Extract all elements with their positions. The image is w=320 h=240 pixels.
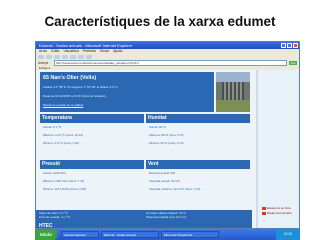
station-header: 65 Nan's Olier (Vells) Latitud: 41º 59' … — [40, 72, 214, 112]
data-line: Actual: 5,1 ºC — [43, 125, 62, 129]
section-title: Temperatura — [40, 114, 144, 123]
system-tray-clock: 10:31 — [276, 229, 300, 240]
data-line: Mínima: 1017,8 hPa (hora: 0:00) — [43, 187, 87, 191]
data-line: Velocitat màxima: 32 km/h (hora: 1:22) — [149, 187, 201, 191]
chart-link[interactable]: Mostra el resultat en la gràfica — [43, 103, 83, 107]
section-humidity: Humitat Actual: 66 % Màxima: 98 % (hora:… — [146, 114, 250, 152]
data-line: Direcció actual: SW — [149, 171, 176, 175]
page-content: 65 Nan's Olier (Vells) Latitud: 41º 59' … — [36, 70, 299, 228]
legend-label: Dades del servidor — [267, 211, 293, 215]
taskbar-item[interactable]: Microsoft PowerPoint — [161, 231, 219, 238]
taskbar-item[interactable]: Edumet - Dades actuals — [101, 231, 159, 238]
data-line: Mínima: 50 % (hora: 2:13) — [149, 141, 184, 145]
data-line: Mínima: 0,9 ºC (hora: 7:34) — [43, 141, 80, 145]
section-title: Humitat — [146, 114, 250, 123]
favorites-icon[interactable] — [86, 55, 92, 59]
close-icon[interactable] — [293, 43, 298, 48]
data-line: Màxima: 13,5 ºC (hora: 10:31) — [43, 133, 84, 137]
section-wind: Vent Direcció actual: SW Velocitat actua… — [146, 160, 250, 198]
window-titlebar: Edumet - Dades actuals - Microsoft Inter… — [36, 42, 299, 49]
taskbar: Inicio Internet Explorer Edumet - Dades … — [35, 229, 300, 240]
footer-bar: Índex de calor: 5,1 ºC Punt de rosada: -… — [36, 210, 252, 228]
browser-window: Edumet - Dades actuals - Microsoft Inter… — [35, 41, 300, 229]
data-line: Actual: 66 % — [149, 125, 166, 129]
legend-label: Estacions en línia — [267, 206, 291, 210]
home-icon[interactable] — [70, 55, 76, 59]
section-pressure: Pressió Actual: 1026 hPa Màxima: 1027 hP… — [40, 160, 144, 198]
maximize-icon[interactable] — [287, 43, 292, 48]
taskbar-item[interactable]: Internet Explorer — [61, 231, 99, 238]
data-line: Actual: 1026 hPa — [43, 171, 66, 175]
legend-swatch — [262, 211, 266, 215]
station-meta: Latitud: 41º 59' 9" N Longitud: 1º 52' 5… — [43, 85, 119, 89]
stop-icon[interactable] — [54, 55, 60, 59]
legend: Estacions en línia Dades del servidor — [262, 206, 292, 216]
station-update: Dada de 01/12/2007 a 10:30 (hora de l'es… — [43, 94, 106, 98]
legend-item: Dades del servidor — [262, 211, 292, 215]
section-title: Pressió — [40, 160, 144, 169]
address-label: Adreça — [38, 61, 49, 65]
section-title: Vent — [146, 160, 250, 169]
window-controls — [281, 43, 298, 48]
section-temperature: Temperatura Actual: 5,1 ºC Màxima: 13,5 … — [40, 114, 144, 152]
footer-line: Punt de rosada: -1,1 ºC — [39, 215, 71, 219]
go-button[interactable]: Vés — [289, 61, 297, 65]
footer-line: Pluja acumulada avui: 0,0 mm — [146, 215, 187, 219]
refresh-icon[interactable] — [62, 55, 68, 59]
station-photo — [216, 72, 250, 112]
data-line: Màxima: 1027 hPa (hora: 7:41) — [43, 179, 85, 183]
start-button[interactable]: Inicio — [35, 229, 57, 240]
station-name: 65 Nan's Olier (Vells) — [43, 75, 97, 81]
search-icon[interactable] — [78, 55, 84, 59]
back-icon[interactable] — [38, 55, 44, 59]
data-grid: Temperatura Actual: 5,1 ºC Màxima: 13,5 … — [40, 114, 250, 198]
minimize-icon[interactable] — [281, 43, 286, 48]
window-title: Edumet - Dades actuals - Microsoft Inter… — [39, 43, 133, 48]
legend-item: Estacions en línia — [262, 206, 292, 210]
legend-swatch — [262, 206, 266, 210]
data-line: Màxima: 98 % (hora: 5:27) — [149, 133, 185, 137]
forward-icon[interactable] — [46, 55, 52, 59]
data-line: Velocitat actual: 0 km/h — [149, 179, 180, 183]
slide-title: Característiques de la xarxa edumet — [44, 14, 276, 29]
